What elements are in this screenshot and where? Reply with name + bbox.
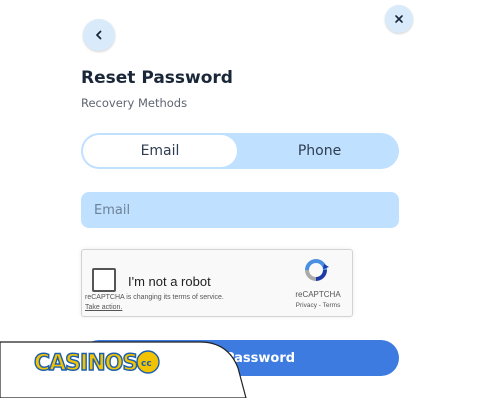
svg-text:cc: cc (141, 359, 152, 369)
recaptcha-privacy-terms[interactable]: Privacy - Terms (287, 302, 349, 309)
recaptcha-label: I'm not a robot (128, 274, 211, 289)
email-field[interactable] (81, 192, 399, 228)
chevron-left-icon (96, 30, 102, 40)
recaptcha-widget: I'm not a robot reCAPTCHA is changing it… (81, 249, 353, 317)
page-subtitle: Recovery Methods (81, 96, 188, 110)
recaptcha-checkbox[interactable] (92, 268, 116, 292)
recaptcha-notice: reCAPTCHA is changing its terms of servi… (85, 294, 224, 301)
recaptcha-brand: reCAPTCHA (295, 290, 341, 299)
svg-text:CASINOS: CASINOS (34, 351, 137, 376)
tab-email[interactable]: Email (83, 135, 237, 167)
recovery-method-toggle: Email Phone (81, 133, 399, 169)
back-button[interactable] (83, 19, 115, 51)
email-field-wrapper (81, 192, 399, 228)
page-title: Reset Password (81, 68, 233, 88)
close-button[interactable] (385, 5, 413, 33)
recaptcha-logo-icon (305, 259, 329, 281)
close-icon (395, 15, 403, 23)
tab-phone[interactable]: Phone (240, 133, 399, 169)
recaptcha-take-action-link[interactable]: Take action. (85, 304, 122, 311)
casinos-watermark-logo: CASINOS cc (0, 341, 247, 398)
